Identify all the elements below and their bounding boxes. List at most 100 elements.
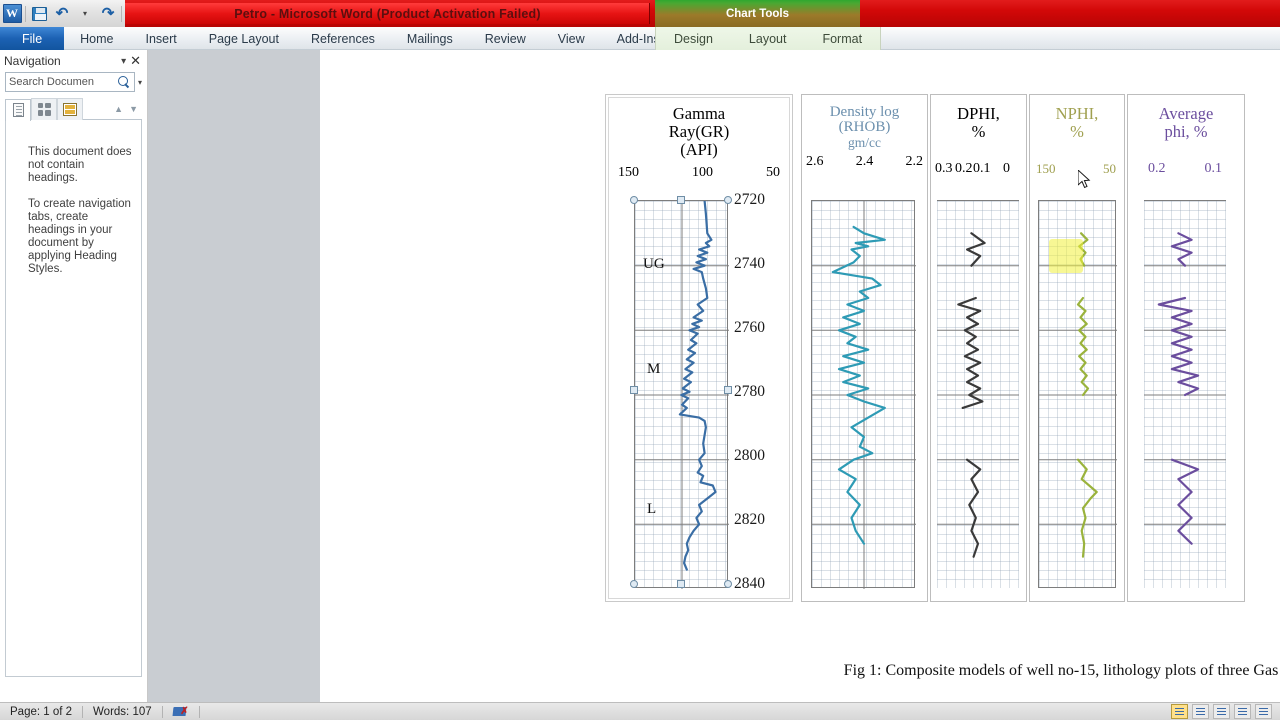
highlight-marker	[1049, 239, 1083, 273]
document-headings-icon	[12, 103, 24, 117]
tab-page-layout[interactable]: Page Layout	[193, 27, 295, 50]
selection-handle-bl[interactable]	[630, 580, 638, 588]
chevron-down-icon[interactable]: ▾	[117, 56, 130, 67]
figure-caption: Fig 1: Composite models of well no-15, l…	[843, 662, 1280, 679]
search-options-chevron-down-icon[interactable]: ▾	[138, 78, 142, 87]
dphi-scale: 0.3 0.2 0.1 0	[931, 161, 1026, 185]
nphi-plot[interactable]	[1038, 200, 1117, 588]
tab-view[interactable]: View	[542, 27, 601, 50]
nphi-tick-50: 50	[1103, 161, 1116, 176]
tab-mailings[interactable]: Mailings	[391, 27, 469, 50]
tab-home[interactable]: Home	[64, 27, 129, 50]
ribbon-tab-bar: File Home Insert Page Layout References …	[0, 27, 1280, 50]
web-layout-view-button[interactable]	[1213, 704, 1230, 719]
browse-results-tab[interactable]	[57, 97, 83, 120]
tab-design[interactable]: Design	[656, 27, 731, 50]
tab-format[interactable]: Format	[804, 27, 880, 50]
search-input[interactable]: Search Documen	[5, 72, 135, 92]
nphi-track[interactable]: NPHI, % 150 50	[1029, 94, 1125, 602]
nphi-title-line2: %	[1070, 122, 1084, 141]
navigation-tabs: ▲ ▼	[5, 97, 142, 121]
navigation-pane: Navigation ▾ ✕ Search Documen ▾ ▲ ▼ This…	[0, 50, 148, 702]
depth-tick-2820: 2820	[734, 511, 765, 528]
dphi-track[interactable]: DPHI, % 0.3 0.2 0.1 0	[930, 94, 1027, 602]
tab-references[interactable]: References	[295, 27, 391, 50]
depth-tick-2740: 2740	[734, 255, 765, 272]
gamma-ray-tick-100: 100	[692, 165, 713, 180]
undo-dropdown-icon[interactable]: ▾	[75, 4, 95, 24]
view-controls	[1171, 704, 1280, 719]
selection-handle-bc[interactable]	[677, 580, 685, 588]
dphi-title-line2: %	[971, 122, 986, 141]
undo-icon[interactable]: ↶	[52, 4, 72, 24]
selection-handle-tl[interactable]	[630, 196, 638, 204]
draft-view-button[interactable]	[1255, 704, 1272, 719]
chart-tools-tabs: Design Layout Format	[655, 27, 882, 50]
word-logo-glyph: W	[2, 4, 22, 23]
selection-handle-tr[interactable]	[724, 196, 732, 204]
gamma-ray-tick-150: 150	[618, 165, 639, 180]
quick-access-toolbar[interactable]: W ↶ ▾ ↷ ▾	[0, 0, 145, 27]
density-tick-2-6: 2.6	[806, 154, 824, 169]
chart-tools-text: Chart Tools	[725, 7, 790, 20]
gamma-ray-plot[interactable]: UG M L	[634, 200, 729, 589]
depth-tick-2760: 2760	[734, 319, 765, 336]
average-phi-curve	[1157, 232, 1200, 545]
average-phi-title-line2: phi, %	[1164, 122, 1208, 141]
average-phi-plot[interactable]	[1144, 200, 1226, 588]
average-phi-tick-0-1: 0.1	[1204, 161, 1223, 176]
tab-file[interactable]: File	[0, 27, 65, 50]
navigation-pane-content: This document does not contain headings.…	[5, 120, 142, 677]
outline-view-button[interactable]	[1234, 704, 1251, 719]
density-tick-2-2: 2.2	[905, 154, 924, 169]
well-log-chart[interactable]: Gamma Ray(GR) (API) 150 100 50 UG M L 27…	[605, 94, 1280, 679]
density-log-header: Density log (RHOB) gm/cc	[802, 95, 927, 151]
full-screen-reading-view-button[interactable]	[1192, 704, 1209, 719]
dphi-curve	[957, 232, 986, 558]
selection-handle-ml[interactable]	[630, 386, 638, 394]
navigation-pane-header: Navigation ▾ ✕	[0, 50, 147, 72]
word-logo-icon[interactable]: W	[2, 4, 22, 24]
qat-divider-2	[121, 5, 122, 22]
page-indicator[interactable]: Page: 1 of 2	[0, 706, 82, 718]
word-count[interactable]: Words: 107	[83, 706, 162, 718]
zone-label-l: L	[647, 501, 657, 517]
depth-tick-2780: 2780	[734, 383, 765, 400]
density-log-curve	[831, 225, 886, 545]
average-phi-track[interactable]: Average phi, % 0.2 0.1	[1127, 94, 1245, 602]
navigation-search-row: Search Documen ▾	[0, 72, 147, 92]
previous-result-icon[interactable]: ▲	[114, 104, 123, 114]
density-log-unit: gm/cc	[848, 135, 881, 150]
redo-icon[interactable]: ↷	[98, 4, 118, 24]
status-divider-3	[198, 705, 200, 718]
selection-handle-tc[interactable]	[677, 196, 685, 204]
search-results-icon	[63, 102, 77, 116]
average-phi-title-line1: Average	[1158, 104, 1214, 123]
next-result-icon[interactable]: ▼	[129, 104, 138, 114]
dphi-plot[interactable]	[937, 200, 1019, 588]
save-icon[interactable]	[29, 4, 49, 24]
browse-headings-tab[interactable]	[5, 98, 31, 121]
dphi-tick-0: 0	[1003, 161, 1010, 176]
tab-insert[interactable]: Insert	[130, 27, 193, 50]
application-body: Navigation ▾ ✕ Search Documen ▾ ▲ ▼ This…	[0, 50, 1280, 702]
density-log-track[interactable]: Density log (RHOB) gm/cc 2.6 2.4 2.2	[801, 94, 928, 602]
tab-layout[interactable]: Layout	[731, 27, 805, 50]
tab-review[interactable]: Review	[469, 27, 542, 50]
close-icon[interactable]: ✕	[130, 53, 143, 69]
proofing-errors-icon[interactable]	[163, 705, 199, 718]
density-tick-2-4: 2.4	[855, 154, 874, 169]
selection-handle-br[interactable]	[724, 580, 732, 588]
navigation-stepper: ▲ ▼	[114, 104, 142, 114]
selection-handle-mr[interactable]	[724, 386, 732, 394]
density-log-plot[interactable]	[811, 200, 916, 589]
document-page[interactable]: Gamma Ray(GR) (API) 150 100 50 UG M L 27…	[320, 50, 1280, 702]
density-log-title-line1: Density log	[829, 104, 900, 120]
navigation-message-line-1: This document does not contain headings.	[28, 146, 132, 184]
print-layout-view-button[interactable]	[1171, 704, 1188, 719]
dphi-title-line1: DPHI,	[957, 104, 1000, 123]
gamma-ray-chart-frame[interactable]: Gamma Ray(GR) (API) 150 100 50 UG M L 27…	[605, 94, 793, 602]
search-icon[interactable]	[117, 75, 131, 89]
dphi-header: DPHI, %	[931, 95, 1026, 141]
browse-pages-tab[interactable]	[31, 97, 57, 120]
